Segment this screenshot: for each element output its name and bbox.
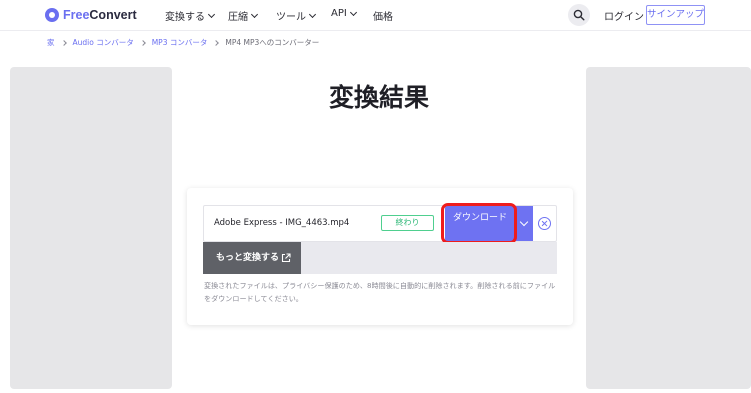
nav-compress[interactable]: 圧縮 [228, 8, 259, 23]
logo-icon [45, 8, 59, 22]
auto-delete-notice: 変換されたファイルは、プライバシー保護のため、8時間後に自動的に削除されます。削… [204, 281, 556, 303]
conversion-result-card: Adobe Express - IMG_4463.mp4 終わり ダウンロード … [187, 188, 573, 325]
chevron-down-icon [250, 10, 259, 18]
search-button[interactable] [568, 4, 590, 26]
action-row: もっと変換する [203, 242, 557, 274]
nav-convert[interactable]: 変換する [165, 8, 216, 23]
nav-tools-label: ツール [276, 12, 306, 23]
nav-pricing[interactable]: 価格 [373, 8, 393, 23]
breadcrumb: 家 Audio コンバータ MP3 コンバータ MP4 MP3へのコンバーター [0, 30, 751, 54]
nav-api[interactable]: API [331, 8, 357, 19]
status-badge: 終わり [381, 215, 434, 231]
breadcrumb-home[interactable]: 家 [47, 37, 55, 48]
chevron-down-icon [519, 217, 529, 227]
file-name: Adobe Express - IMG_4463.mp4 [214, 218, 350, 228]
breadcrumb-audio-converter[interactable]: Audio コンバータ [73, 37, 134, 48]
signup-button[interactable]: サインアップ [646, 5, 705, 25]
login-link[interactable]: ログイン [604, 8, 644, 23]
main-content: 変換結果 Adobe Express - IMG_4463.mp4 終わり ダウ… [0, 54, 751, 393]
ad-placeholder-left [10, 67, 172, 389]
nav-convert-label: 変換する [165, 12, 205, 23]
download-highlight-frame [441, 203, 517, 244]
file-row: Adobe Express - IMG_4463.mp4 終わり ダウンロード [203, 203, 557, 244]
chevron-down-icon [349, 8, 357, 16]
external-link-icon [281, 253, 291, 263]
nav-api-label: API [331, 8, 347, 19]
breadcrumb-mp3-converter[interactable]: MP3 コンバータ [152, 37, 208, 48]
convert-more-button[interactable]: もっと変換する [203, 242, 301, 274]
nav-pricing-label: 価格 [373, 12, 393, 23]
convert-more-label: もっと変換する [216, 253, 280, 263]
chevron-right-icon [60, 39, 67, 46]
ad-placeholder-right [586, 67, 751, 389]
freeconvert-logo[interactable]: Free Convert [45, 8, 137, 22]
remove-file-icon[interactable] [538, 217, 551, 230]
logo-text-free: Free [63, 8, 90, 22]
breadcrumb-current: MP4 MP3へのコンバーター [225, 38, 320, 47]
page-title: 変換結果 [328, 83, 429, 112]
search-icon [573, 9, 585, 21]
top-header: Free Convert 変換する 圧縮 ツール API 価格 ログイン サインア… [0, 0, 751, 30]
nav-tools[interactable]: ツール [276, 8, 317, 23]
chevron-down-icon [308, 10, 317, 18]
chevron-right-icon [213, 39, 220, 46]
chevron-down-icon [207, 10, 216, 18]
nav-compress-label: 圧縮 [228, 12, 248, 23]
logo-text-convert: Convert [89, 8, 137, 22]
chevron-right-icon [139, 39, 146, 46]
